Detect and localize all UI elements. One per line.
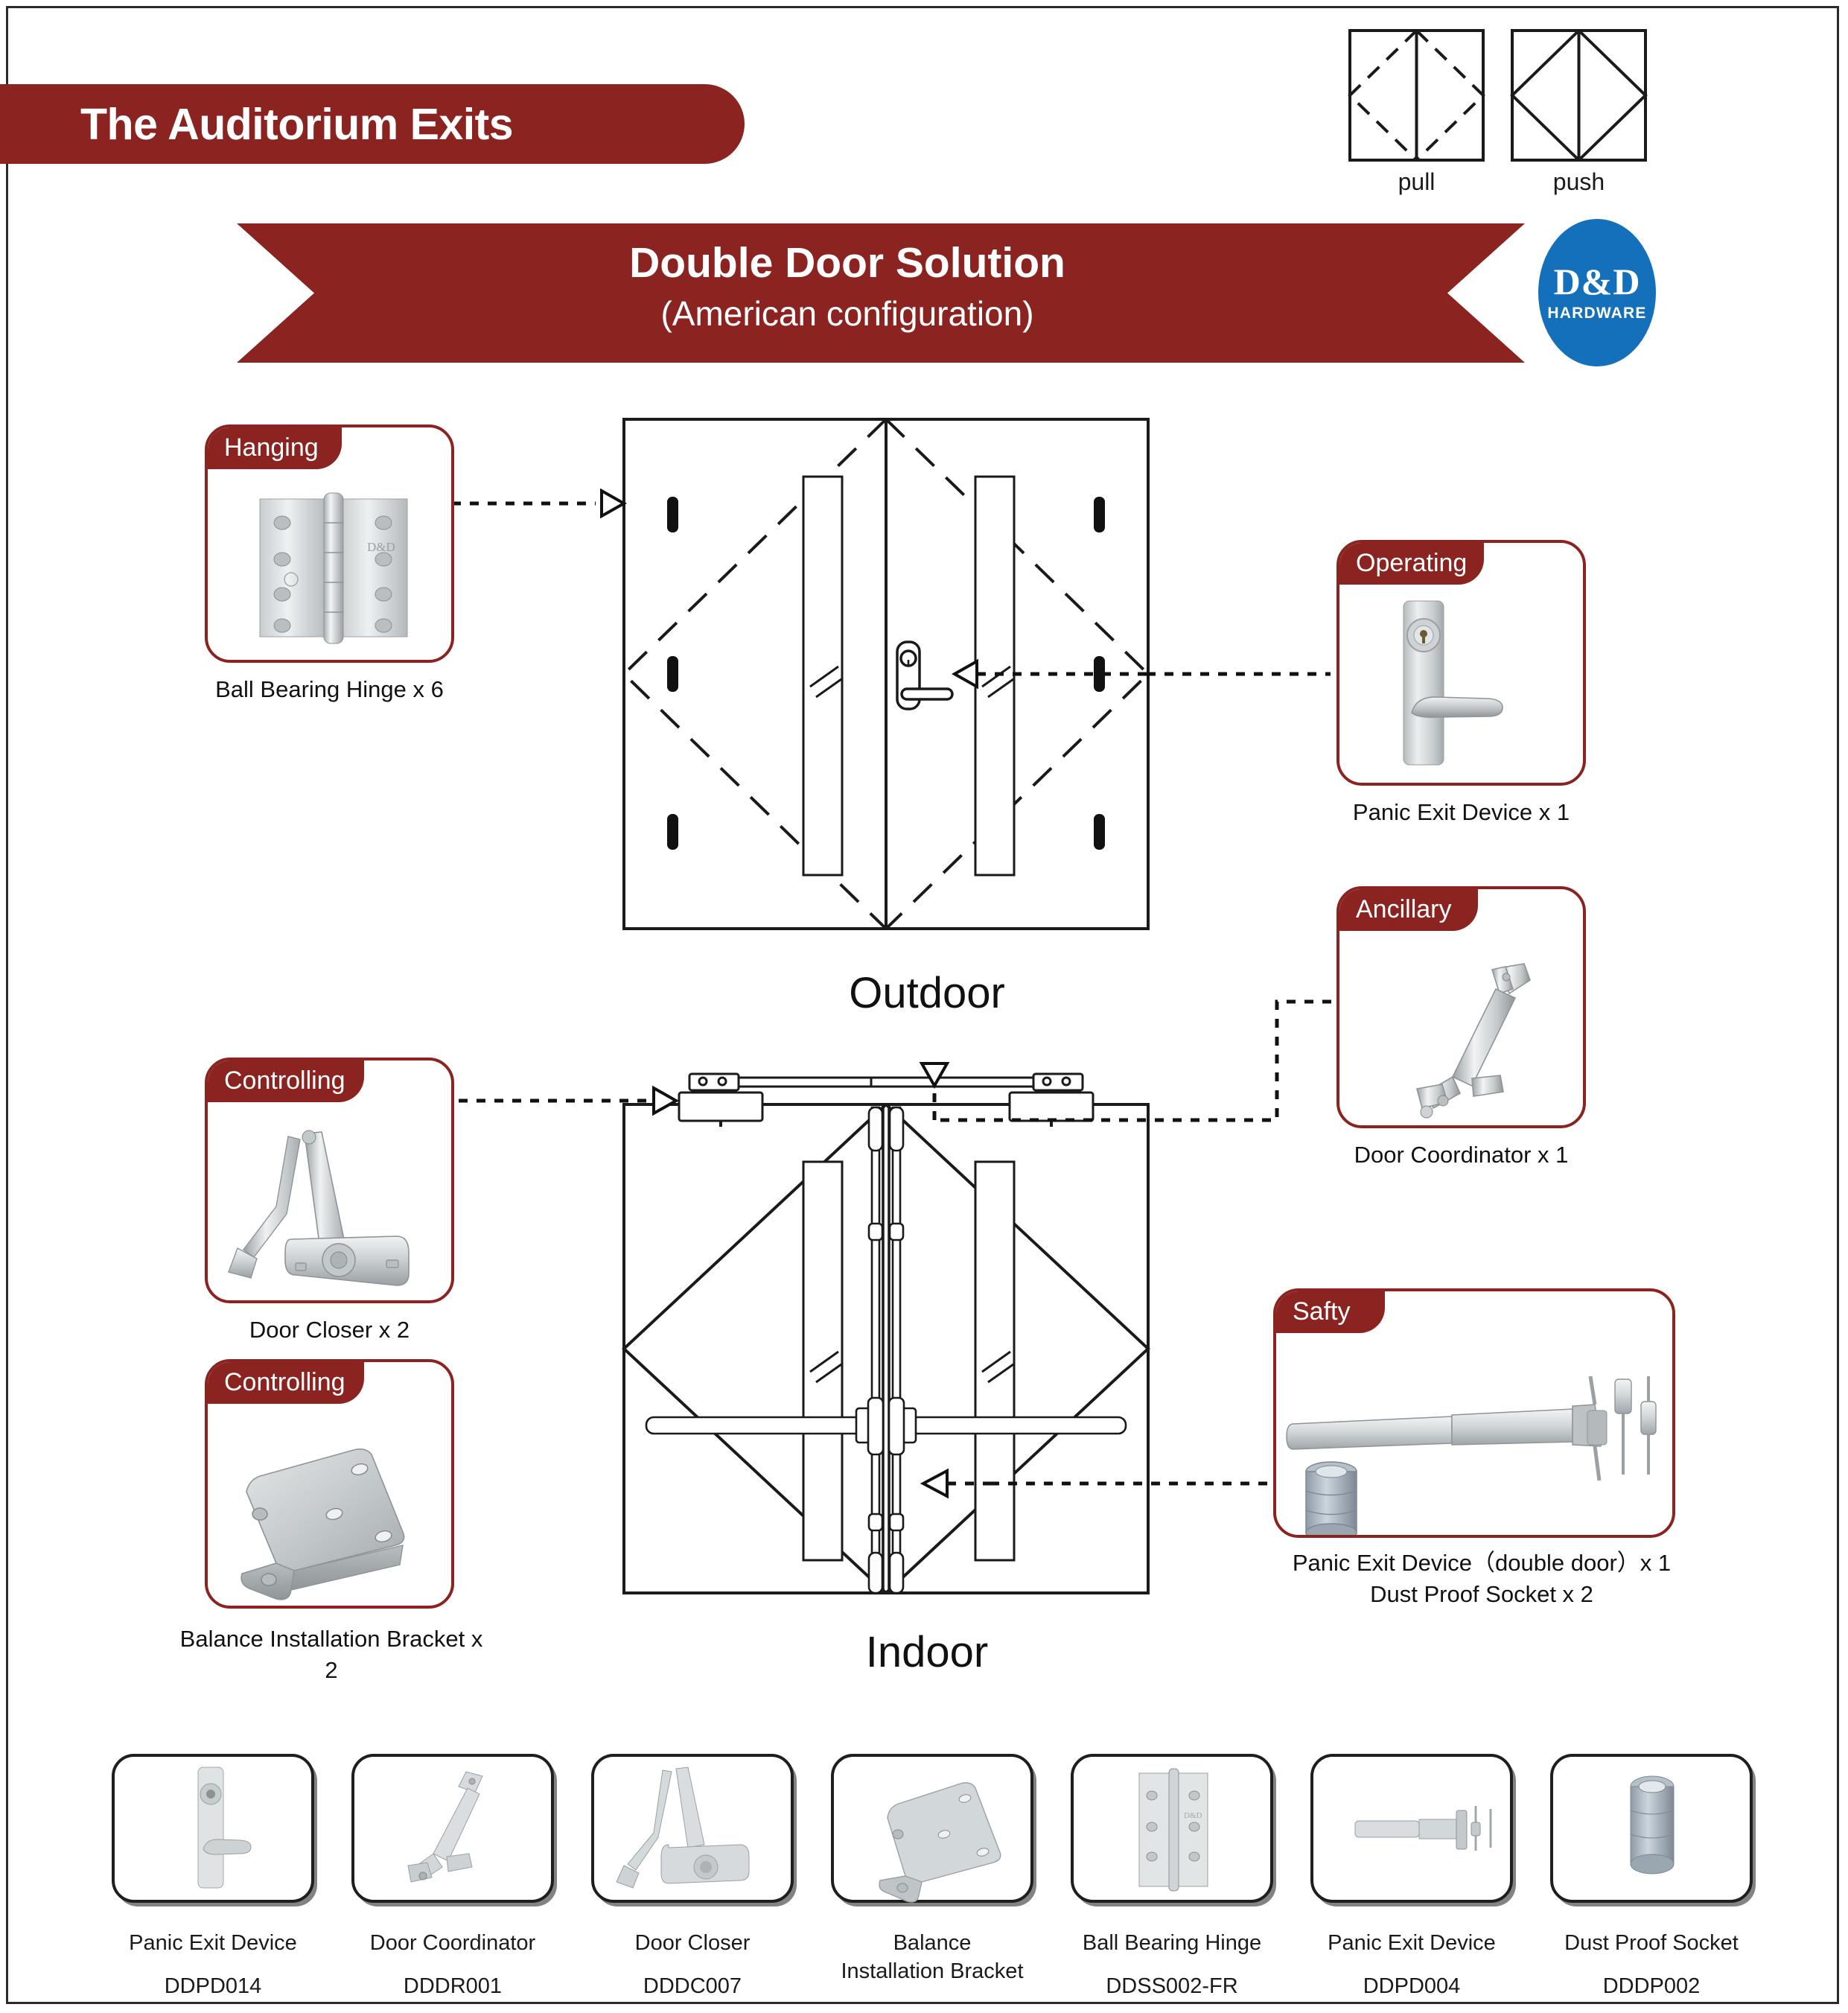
callout-tab-label: Controlling [224,1066,345,1095]
callout-controlling-bracket[interactable]: Controlling [205,1359,454,1609]
product-thumb [1550,1754,1753,1903]
callout-caption-safety: Panic Exit Device（double door）x 1 Dust P… [1258,1548,1705,1610]
product-code: DDPD014 [164,1974,262,1998]
ball-bearing-hinge-icon: D&D [208,469,451,660]
product-item[interactable]: Balance Installation Bracket [831,1754,1033,2002]
product-thumb [831,1754,1033,1903]
door-closer-icon [208,1102,451,1300]
product-thumb [1310,1754,1513,1903]
door-coordinator-arm-icon [1339,931,1583,1125]
product-thumb [591,1754,794,1903]
banner-title: Double Door Solution [629,239,1065,287]
indoor-view-label: Indoor [865,1628,989,1676]
product-name: Door Coordinator [369,1931,536,1955]
indoor-door-diagram [618,1061,1154,1597]
panic-exit-device-double-with-socket-icon [1276,1333,1672,1535]
product-name-line2: Installation Bracket [841,1959,1024,1983]
product-name: Ball Bearing Hinge [1082,1931,1262,1955]
callout-tab-label: Hanging [224,433,319,462]
pull-push-legend: pull push [1348,28,1698,196]
outdoor-view-label: Outdoor [849,969,1005,1017]
product-item[interactable]: Dust Proof Socket DDDP002 [1550,1754,1753,1999]
push-diagram-icon [1510,28,1648,162]
product-item[interactable]: D&D Ball Bearing Hinge DDSS002-FR [1071,1754,1273,1999]
product-code: DDSS002-FR [1106,1974,1238,1998]
callout-safety[interactable]: Safty [1273,1288,1675,1538]
callout-tab-operating: Operating [1339,543,1484,585]
callout-caption-safety-line1: Panic Exit Device（double door）x 1 [1292,1550,1672,1576]
pull-diagram-icon [1348,28,1485,162]
callout-tab-ancillary: Ancillary [1339,889,1478,931]
product-code: DDPD004 [1363,1974,1461,1998]
product-code: DDDC007 [643,1974,742,1998]
callout-caption-operating: Panic Exit Device x 1 [1352,799,1570,825]
callout-caption-hanging: Ball Bearing Hinge x 6 [215,676,444,702]
callout-operating[interactable]: Operating [1336,540,1586,786]
lever-handle-escutcheon-icon [1339,585,1583,783]
product-name: Panic Exit Device [129,1931,297,1955]
page-title-pill: The Auditorium Exits [0,84,745,164]
page-title: The Auditorium Exits [80,99,514,149]
dd-hardware-logo: D&D HARDWARE [1538,219,1656,366]
callout-tab-controlling-2: Controlling [208,1362,364,1404]
product-name: Balance Installation Bracket [831,1930,1033,1985]
product-name: Dust Proof Socket [1564,1931,1739,1955]
product-item[interactable]: Door Closer DDDC007 [591,1754,794,1999]
product-item[interactable]: Panic Exit Device DDPD014 [112,1754,314,1999]
callout-hanging[interactable]: Hanging D&D [205,424,454,663]
callout-caption-ancillary: Door Coordinator x 1 [1354,1142,1569,1168]
callout-tab-label: Ancillary [1356,894,1452,923]
legend-pull-label: pull [1398,168,1436,195]
logo-main-text: D&D [1553,261,1641,302]
callout-tab-safety: Safty [1276,1291,1385,1333]
balance-installation-bracket-icon [208,1404,451,1606]
legend-push-label: push [1552,168,1605,195]
product-item[interactable]: Door Coordinator DDDR001 [351,1754,554,1999]
callout-tab-label: Operating [1356,548,1468,577]
product-code: DDDR001 [403,1974,503,1998]
product-thumb: D&D [1071,1754,1273,1903]
product-code: DDDP002 [1602,1974,1701,1998]
product-name: Door Closer [634,1931,751,1955]
product-thumb [112,1754,314,1903]
svg-text:D&D: D&D [1184,1811,1202,1820]
logo-sub-text: HARDWARE [1547,305,1647,322]
product-thumb [351,1754,554,1903]
callout-caption-bracket: Balance Installation Bracket x 2 [179,1626,483,1683]
product-name: Panic Exit Device [1328,1931,1496,1955]
callout-controlling-door-closer[interactable]: Controlling [205,1058,454,1303]
outdoor-door-diagram [618,413,1154,935]
product-name-line1: Balance [893,1931,972,1955]
callout-tab-controlling-1: Controlling [208,1060,364,1102]
callout-tab-label: Safty [1293,1297,1351,1326]
callout-caption-door-closer: Door Closer x 2 [249,1317,410,1343]
legend-push: push [1510,28,1648,196]
legend-pull: pull [1348,28,1485,196]
callout-tab-label: Controlling [224,1367,345,1396]
product-item[interactable]: Panic Exit Device DDPD004 [1310,1754,1513,1999]
banner: Double Door Solution (American configura… [237,219,1659,366]
callout-tab-hanging: Hanging [208,427,342,469]
banner-subtitle: (American configuration) [660,294,1034,333]
callout-caption-safety-line2: Dust Proof Socket x 2 [1370,1580,1593,1607]
callout-ancillary[interactable]: Ancillary [1336,886,1586,1128]
svg-text:D&D: D&D [367,540,395,554]
product-strip: Panic Exit Device DDPD014 Door Coordinat… [112,1754,1753,2002]
